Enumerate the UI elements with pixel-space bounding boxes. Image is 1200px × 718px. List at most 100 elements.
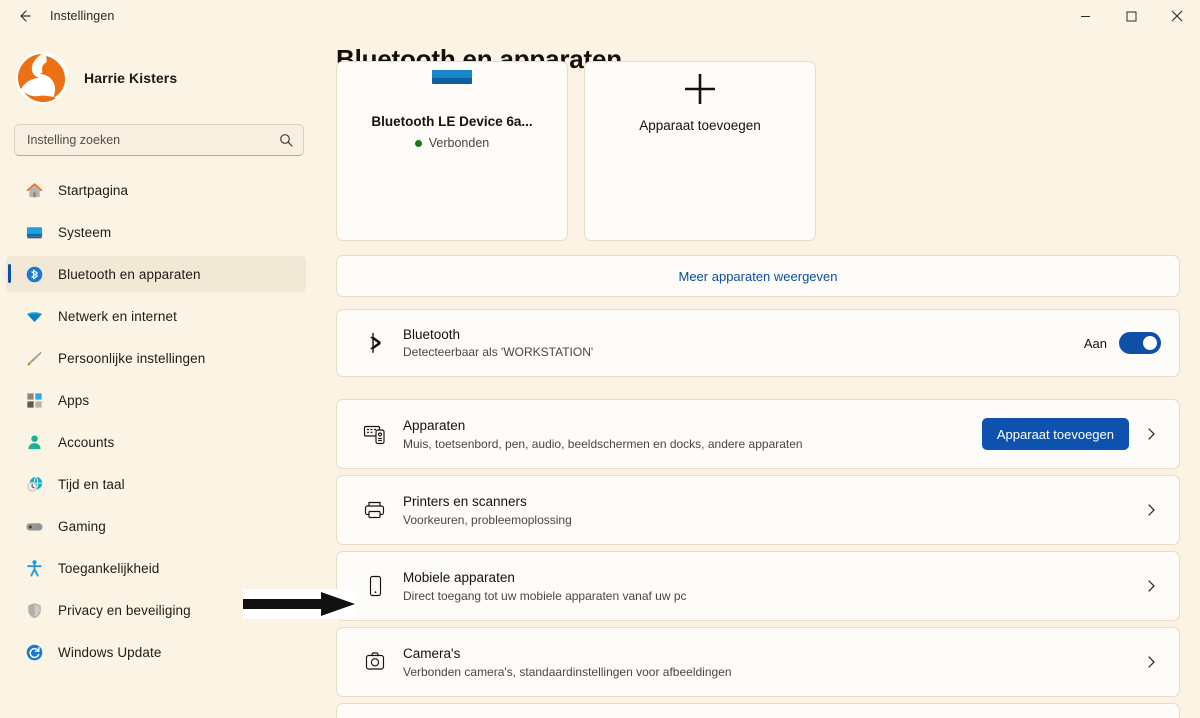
sidebar-item-gaming[interactable]: Gaming [6,508,306,544]
sidebar-item-windows-update[interactable]: Windows Update [6,634,306,670]
bluetooth-toggle-wrap: Aan [1084,332,1161,354]
search-box[interactable] [14,124,304,156]
settings-rows: Apparaten Muis, toetsenbord, pen, audio,… [336,399,1180,718]
settings-window: Instellingen Harrie Kisters Instelling z… [0,0,1200,718]
settings-row-partial-next[interactable] [336,703,1180,718]
sidebar-nav: Startpagina Systeem Bluetooth en apparat… [0,172,320,670]
sidebar: Harrie Kisters Startpagina [0,32,320,718]
chevron-right-icon[interactable] [1137,503,1165,517]
printer-icon [359,498,393,522]
status-dot-icon [414,139,422,147]
profile-section[interactable]: Harrie Kisters [0,32,320,122]
sidebar-item-persoonlijke-instellingen[interactable]: Persoonlijke instellingen [6,340,306,376]
sidebar-item-label: Windows Update [58,644,162,660]
window-controls [1062,0,1200,32]
bluetooth-device-card[interactable]: Bluetooth LE Device 6a... Verbonden [336,61,568,241]
sidebar-item-tijd-en-taal[interactable]: Tijd en taal [6,466,306,502]
sidebar-item-label: Persoonlijke instellingen [58,350,206,366]
update-refresh-icon [24,642,44,662]
title-bar: Instellingen [0,0,1200,32]
sidebar-item-label: Netwerk en internet [58,308,177,324]
settings-row-title: Printers en scanners [403,493,527,509]
settings-row-mobiele-apparaten[interactable]: Mobiele apparaten Direct toegang tot uw … [336,551,1180,621]
system-monitor-icon [24,222,44,242]
sidebar-item-accounts[interactable]: Accounts [6,424,306,460]
bluetooth-row-subtitle: Detecteerbaar als 'WORKSTATION' [403,345,594,359]
apps-icon [24,390,44,410]
user-avatar-icon [16,52,68,104]
device-status: Verbonden [414,136,490,150]
bluetooth-icon [359,331,393,355]
sidebar-item-toegankelijkheid[interactable]: Toegankelijkheid [6,550,306,586]
settings-row-title: Mobiele apparaten [403,569,515,585]
account-person-icon [24,432,44,452]
sidebar-item-systeem[interactable]: Systeem [6,214,306,250]
sidebar-item-label: Bluetooth en apparaten [58,266,201,282]
bluetooth-toggle[interactable] [1119,332,1161,354]
maximize-button[interactable] [1108,0,1154,32]
sidebar-item-label: Tijd en taal [58,476,125,492]
settings-row-texts: Apparaten Muis, toetsenbord, pen, audio,… [403,418,982,451]
settings-row-subtitle: Direct toegang tot uw mobiele apparaten … [403,588,687,603]
sidebar-item-label: Privacy en beveiliging [58,602,191,618]
bluetooth-row-title: Bluetooth [403,327,461,342]
device-cards-row: Bluetooth LE Device 6a... Verbonden Appa… [336,61,1180,241]
sidebar-item-label: Apps [58,392,90,408]
paintbrush-icon [24,348,44,368]
settings-row-title: Camera's [403,645,461,661]
devices-icon [359,422,393,446]
avatar [16,52,68,104]
plus-icon [680,70,720,108]
search-input[interactable] [27,133,279,147]
add-device-card[interactable]: Apparaat toevoegen [584,61,816,241]
settings-row-subtitle: Voorkeuren, probleemoplossing [403,512,572,527]
sidebar-item-label: Accounts [58,434,115,450]
bluetooth-icon [24,264,44,284]
sidebar-item-label: Toegankelijkheid [58,560,160,576]
profile-name: Harrie Kisters [84,70,178,86]
more-devices-card[interactable]: Meer apparaten weergeven [336,255,1180,297]
device-status-label: Verbonden [428,136,490,150]
chevron-right-icon[interactable] [1137,655,1165,669]
settings-row-texts: Mobiele apparaten Direct toegang tot uw … [403,570,1137,603]
more-devices-link[interactable]: Meer apparaten weergeven [679,269,838,284]
search-icon [279,133,293,147]
shield-icon [24,600,44,620]
settings-row-texts: Camera's Verbonden camera's, standaardin… [403,646,1137,679]
settings-row-texts: Printers en scanners Voorkeuren, problee… [403,494,1137,527]
back-button[interactable] [10,2,38,30]
add-device-label: Apparaat toevoegen [639,118,761,133]
toggle-state-label: Aan [1083,335,1107,351]
wifi-icon [24,306,44,326]
settings-row-apparaten[interactable]: Apparaten Muis, toetsenbord, pen, audio,… [336,399,1180,469]
gamepad-icon [24,516,44,536]
sidebar-item-label: Startpagina [58,182,129,198]
app-title: Instellingen [50,9,115,23]
back-arrow-icon [15,7,33,25]
sidebar-item-startpagina[interactable]: Startpagina [6,172,306,208]
settings-row-subtitle: Muis, toetsenbord, pen, audio, beeldsche… [403,436,803,451]
content-scroll-area: Bluetooth LE Device 6a... Verbonden Appa… [320,61,1200,718]
settings-row-title: Apparaten [403,417,466,433]
bluetooth-toggle-row: Bluetooth Detecteerbaar als 'WORKSTATION… [336,309,1180,377]
settings-row-cameras[interactable]: Camera's Verbonden camera's, standaardin… [336,627,1180,697]
chevron-right-icon[interactable] [1137,427,1165,441]
sidebar-item-netwerk-en-internet[interactable]: Netwerk en internet [6,298,306,334]
home-icon [24,180,44,200]
sidebar-item-label: Gaming [58,518,106,534]
sidebar-item-privacy-en-beveiliging[interactable]: Privacy en beveiliging [6,592,306,628]
close-button[interactable] [1154,0,1200,32]
accessibility-person-icon [24,558,44,578]
main-content: Bluetooth en apparaten Bluetooth LE Devi… [320,32,1200,718]
settings-row-subtitle: Verbonden camera's, standaardinstellinge… [403,664,732,679]
settings-row-printers-en-scanners[interactable]: Printers en scanners Voorkeuren, problee… [336,475,1180,545]
chevron-right-icon[interactable] [1137,579,1165,593]
sidebar-item-apps[interactable]: Apps [6,382,306,418]
bluetooth-le-device-icon [424,70,480,108]
add-device-button[interactable]: Apparaat toevoegen [981,418,1129,450]
camera-icon [359,650,393,674]
minimize-button[interactable] [1062,0,1108,32]
mobile-phone-icon [359,574,393,598]
clock-globe-icon [24,474,44,494]
sidebar-item-bluetooth-en-apparaten[interactable]: Bluetooth en apparaten [6,256,306,292]
